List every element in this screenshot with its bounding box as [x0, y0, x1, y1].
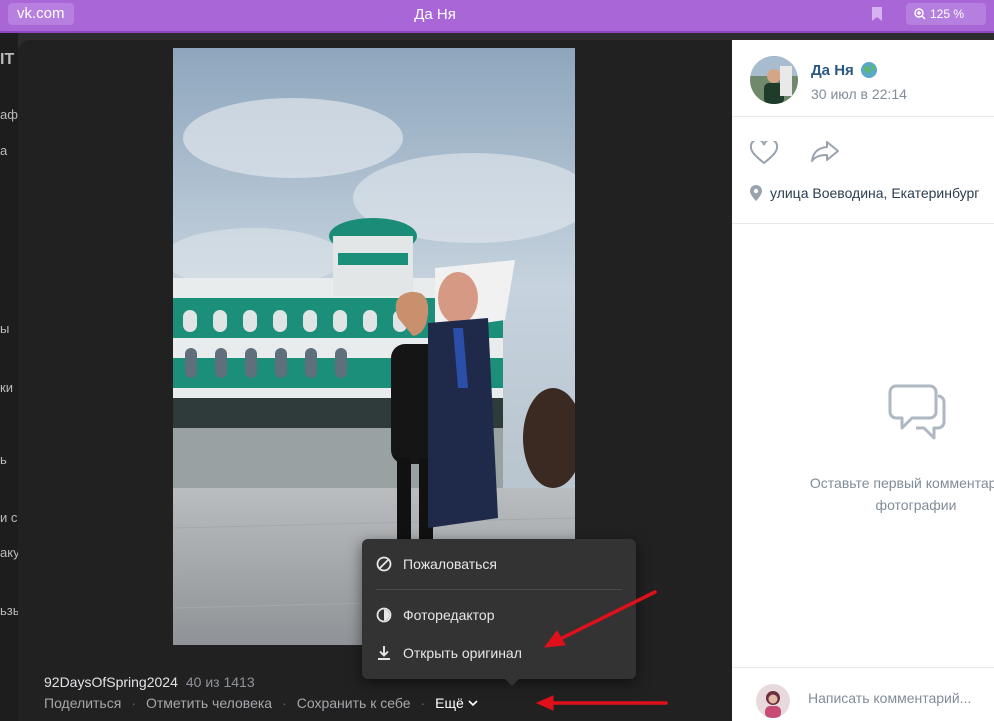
- tag-person-link[interactable]: Отметить человека: [146, 695, 272, 711]
- separator-dot: ·: [282, 695, 287, 711]
- comment-input[interactable]: Написать комментарий...: [808, 690, 971, 706]
- globe-emoji-icon: [861, 62, 877, 78]
- photo-counter: 40 из 1413: [185, 674, 255, 690]
- bookmark-icon[interactable]: [870, 6, 884, 22]
- chevron-down-icon: [468, 700, 478, 707]
- divider: [732, 667, 994, 668]
- menu-item-photo-editor[interactable]: Фоторедактор: [362, 597, 636, 633]
- menu-item-report[interactable]: Пожаловаться: [362, 546, 636, 582]
- bg-text: аф: [0, 107, 18, 122]
- author-avatar[interactable]: [750, 56, 798, 104]
- post-side-panel: Да Ня 30 июл в 22:14 улица Воеводина, Ек…: [732, 40, 994, 721]
- author-name[interactable]: Да Ня: [811, 62, 854, 79]
- menu-pointer: [505, 679, 519, 686]
- comments-icon: [888, 384, 946, 440]
- zoom-icon: [914, 8, 926, 20]
- menu-label-report: Пожаловаться: [403, 556, 498, 572]
- bg-text: и с: [0, 510, 18, 525]
- menu-item-open-original[interactable]: Открыть оригинал: [362, 635, 636, 671]
- photo-editor-icon: [376, 607, 392, 623]
- more-button[interactable]: Ещё: [435, 695, 478, 711]
- post-date[interactable]: 30 июл в 22:14: [811, 86, 907, 102]
- menu-label-original: Открыть оригинал: [403, 645, 522, 661]
- share-icon[interactable]: [810, 139, 840, 163]
- separator-dot: ·: [420, 695, 426, 711]
- download-icon: [378, 646, 390, 660]
- menu-label-editor: Фоторедактор: [403, 607, 495, 623]
- photo-actions: Поделиться · Отметить человека · Сохрани…: [44, 695, 478, 711]
- bg-text: ы: [0, 321, 10, 336]
- more-menu: Пожаловаться Фоторедактор Открыть оригин…: [362, 539, 636, 679]
- current-user-avatar: [756, 684, 790, 718]
- photo-caption: 92DaysOfSpring2024 40 из 1413: [44, 674, 255, 690]
- bg-text: ь: [0, 452, 7, 467]
- divider: [732, 116, 994, 117]
- album-name[interactable]: 92DaysOfSpring2024: [44, 674, 178, 690]
- browser-top-bar: vk.com Да Ня 125 %: [0, 0, 994, 33]
- location-pin-icon: [750, 185, 762, 201]
- location-link[interactable]: улица Воеводина, Екатеринбург: [770, 185, 979, 201]
- tab-title: Да Ня: [414, 6, 456, 23]
- zoom-level: 125 %: [930, 7, 965, 21]
- empty-comments-line: Оставьте первый комментарий к: [809, 475, 994, 491]
- separator-dot: ·: [131, 695, 136, 711]
- menu-divider: [376, 589, 622, 590]
- empty-comments-text: Оставьте первый комментарий к фотографии: [762, 472, 994, 516]
- share-link[interactable]: Поделиться: [44, 695, 121, 711]
- bg-text: ки: [0, 380, 13, 395]
- more-label: Ещё: [435, 695, 464, 711]
- heart-icon[interactable]: [750, 141, 778, 165]
- empty-comments-line: фотографии: [875, 497, 957, 513]
- zoom-indicator[interactable]: 125 %: [906, 3, 986, 25]
- block-icon: [376, 556, 392, 572]
- bg-text: аку: [0, 545, 18, 560]
- bg-text: а: [0, 143, 8, 158]
- divider: [732, 223, 994, 224]
- bg-text: IT: [0, 51, 15, 68]
- bg-text: ьзы: [0, 603, 18, 618]
- background-page-strip: IT аф а ы ки ь и с аку ьзы: [0, 33, 18, 721]
- save-to-self-link[interactable]: Сохранить к себе: [297, 695, 411, 711]
